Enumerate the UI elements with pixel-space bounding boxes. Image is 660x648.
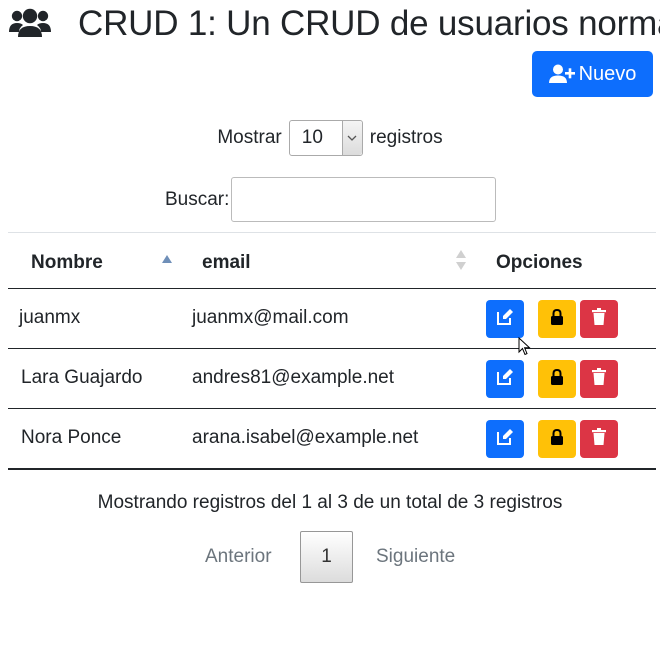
lock-icon (550, 308, 564, 330)
sort-asc-icon (162, 250, 172, 268)
lock-button[interactable] (538, 360, 576, 398)
users-icon (8, 6, 52, 42)
length-select[interactable]: 10 (288, 120, 363, 156)
pagination: Anterior 1 Siguiente (0, 531, 660, 583)
sort-both-icon (456, 250, 466, 275)
trash-icon (592, 428, 606, 450)
mouse-cursor-icon (518, 336, 532, 362)
cell-nombre: Lara Guajardo (21, 367, 143, 388)
next-page-button[interactable]: Siguiente (376, 546, 455, 568)
page-button-1[interactable]: 1 (300, 531, 353, 583)
cell-email: andres81@example.net (192, 367, 395, 388)
search-input[interactable] (231, 177, 496, 222)
edit-button[interactable] (486, 360, 524, 398)
edit-icon (496, 308, 514, 331)
cell-nombre: Nora Ponce (21, 427, 122, 448)
new-user-button[interactable]: Nuevo (532, 51, 653, 97)
trash-icon (592, 368, 606, 390)
edit-icon (496, 428, 514, 451)
lock-button[interactable] (538, 420, 576, 458)
length-suffix: registros (369, 127, 443, 148)
lock-icon (550, 368, 564, 390)
search-label: Buscar: (165, 189, 230, 210)
cell-nombre: juanmx (19, 307, 81, 328)
table-row: Nora Ponce arana.isabel@example.net (8, 409, 656, 469)
table-info: Mostrando registros del 1 al 3 de un tot… (97, 492, 563, 513)
column-header-nombre[interactable]: Nombre (31, 252, 103, 274)
table-row: Lara Guajardo andres81@example.net (8, 349, 656, 409)
edit-button[interactable] (486, 420, 524, 458)
new-user-label: Nuevo (578, 62, 637, 85)
length-value: 10 (301, 127, 323, 148)
prev-page-button[interactable]: Anterior (205, 546, 272, 568)
length-prefix: Mostrar (217, 127, 282, 148)
table-bottom-divider (8, 468, 656, 470)
lock-icon (550, 428, 564, 450)
search-row: Buscar: (0, 177, 660, 223)
edit-button[interactable] (486, 300, 524, 338)
cell-email: juanmx@mail.com (192, 307, 349, 328)
table-row: juanmx juanmx@mail.com (8, 289, 656, 349)
title-row: CRUD 1: Un CRUD de usuarios normal (8, 0, 660, 48)
column-header-opciones: Opciones (496, 252, 583, 273)
lock-button[interactable] (538, 300, 576, 338)
delete-button[interactable] (580, 300, 618, 338)
length-control: Mostrar 10 registros (0, 118, 660, 158)
column-header-email[interactable]: email (202, 252, 251, 274)
trash-icon (592, 308, 606, 330)
chevron-down-icon (341, 121, 362, 155)
delete-button[interactable] (580, 420, 618, 458)
delete-button[interactable] (580, 360, 618, 398)
table-top-divider (8, 232, 656, 233)
page-title: CRUD 1: Un CRUD de usuarios normal (78, 4, 660, 43)
cell-email: arana.isabel@example.net (192, 427, 419, 448)
user-plus-icon (548, 64, 575, 84)
edit-icon (496, 368, 514, 391)
